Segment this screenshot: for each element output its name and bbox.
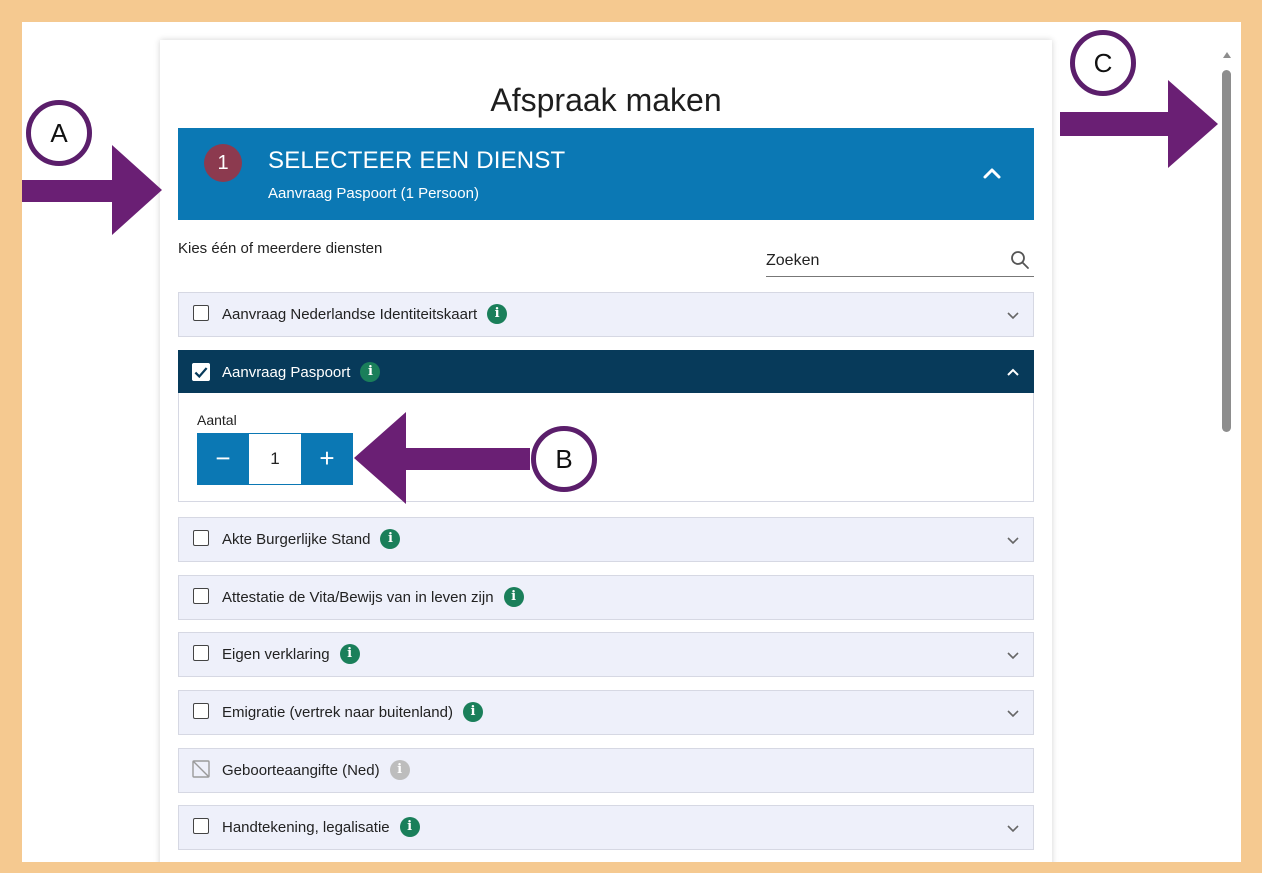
info-icon[interactable]: i xyxy=(380,528,401,549)
scrollbar-thumb[interactable] xyxy=(1222,70,1231,432)
service-label: Eigen verklaring xyxy=(222,646,330,663)
service-checkbox[interactable] xyxy=(193,703,209,719)
chevron-down-icon[interactable] xyxy=(1005,705,1021,721)
step-title: SELECTEER EEN DIENST xyxy=(268,147,566,174)
annotation-marker-b: B xyxy=(531,426,597,492)
service-checkbox[interactable] xyxy=(193,588,209,604)
service-checkbox[interactable] xyxy=(193,305,209,321)
service-item-attestatie[interactable]: Attestatie de Vita/Bewijs van in leven z… xyxy=(178,575,1034,620)
info-icon[interactable]: i xyxy=(399,816,420,837)
chevron-up-icon[interactable] xyxy=(980,162,1004,186)
info-icon[interactable]: i xyxy=(339,643,360,664)
service-checkbox-checked[interactable] xyxy=(192,363,210,381)
service-item-akte[interactable]: Akte Burgerlijke Stand i xyxy=(178,517,1034,562)
info-icon[interactable]: i xyxy=(487,303,508,324)
chevron-down-icon[interactable] xyxy=(1005,820,1021,836)
annotation-arrow-c-icon xyxy=(1060,80,1218,168)
service-details-paspoort: Aantal − 1 + xyxy=(178,393,1034,502)
service-item-eigen-verklaring[interactable]: Eigen verklaring i xyxy=(178,632,1034,677)
quantity-stepper: − 1 + xyxy=(197,433,353,485)
info-icon[interactable]: i xyxy=(503,586,524,607)
search-input[interactable] xyxy=(766,248,986,274)
scroll-up-arrow-icon[interactable] xyxy=(1222,50,1232,60)
info-icon[interactable]: i xyxy=(360,361,381,382)
quantity-label: Aantal xyxy=(197,412,237,428)
chevron-up-icon[interactable] xyxy=(1005,365,1021,381)
quantity-value[interactable]: 1 xyxy=(249,433,301,485)
service-checkbox[interactable] xyxy=(193,530,209,546)
increment-button[interactable]: + xyxy=(301,433,353,485)
page-title: Afspraak maken xyxy=(490,82,722,118)
service-label: Akte Burgerlijke Stand xyxy=(222,531,371,548)
service-item-handtekening[interactable]: Handtekening, legalisatie i xyxy=(178,805,1034,850)
annotation-arrow-a-icon xyxy=(22,145,162,235)
service-checkbox[interactable] xyxy=(193,818,209,834)
appointment-card: Afspraak maken 1 SELECTEER EEN DIENST Aa… xyxy=(160,40,1052,862)
chevron-down-icon[interactable] xyxy=(1005,647,1021,663)
step-subtitle: Aanvraag Paspoort (1 Persoon) xyxy=(268,185,479,202)
service-label: Aanvraag Paspoort xyxy=(222,364,351,381)
step-number-badge: 1 xyxy=(204,144,242,182)
annotation-arrow-b-icon xyxy=(354,412,530,504)
info-icon: i xyxy=(389,759,410,780)
disabled-checkbox-icon xyxy=(192,760,210,778)
service-label: Emigratie (vertrek naar buitenland) xyxy=(222,704,453,721)
service-label: Aanvraag Nederlandse Identiteitskaart xyxy=(222,306,478,323)
chevron-down-icon[interactable] xyxy=(1005,307,1021,323)
vertical-scrollbar[interactable] xyxy=(1220,50,1234,850)
service-item-identiteitskaart[interactable]: Aanvraag Nederlandse Identiteitskaart i xyxy=(178,292,1034,337)
info-icon[interactable]: i xyxy=(462,701,483,722)
search-icon[interactable] xyxy=(1010,250,1030,270)
decrement-button[interactable]: − xyxy=(197,433,249,485)
page-viewport: Afspraak maken 1 SELECTEER EEN DIENST Aa… xyxy=(22,22,1241,862)
service-item-emigratie[interactable]: Emigratie (vertrek naar buitenland) i xyxy=(178,690,1034,735)
step-header[interactable]: 1 SELECTEER EEN DIENST Aanvraag Paspoort… xyxy=(178,128,1034,220)
chevron-down-icon[interactable] xyxy=(1005,532,1021,548)
intro-text: Kies één of meerdere diensten xyxy=(178,240,383,257)
service-item-paspoort[interactable]: Aanvraag Paspoort i xyxy=(178,350,1034,394)
service-label: Geboorteaangifte (Ned) xyxy=(222,762,380,779)
service-checkbox[interactable] xyxy=(193,645,209,661)
search-field xyxy=(766,248,1034,277)
service-label: Handtekening, legalisatie xyxy=(222,819,390,836)
service-item-geboorteaangifte: Geboorteaangifte (Ned) i xyxy=(178,748,1034,793)
service-label: Attestatie de Vita/Bewijs van in leven z… xyxy=(222,589,494,606)
